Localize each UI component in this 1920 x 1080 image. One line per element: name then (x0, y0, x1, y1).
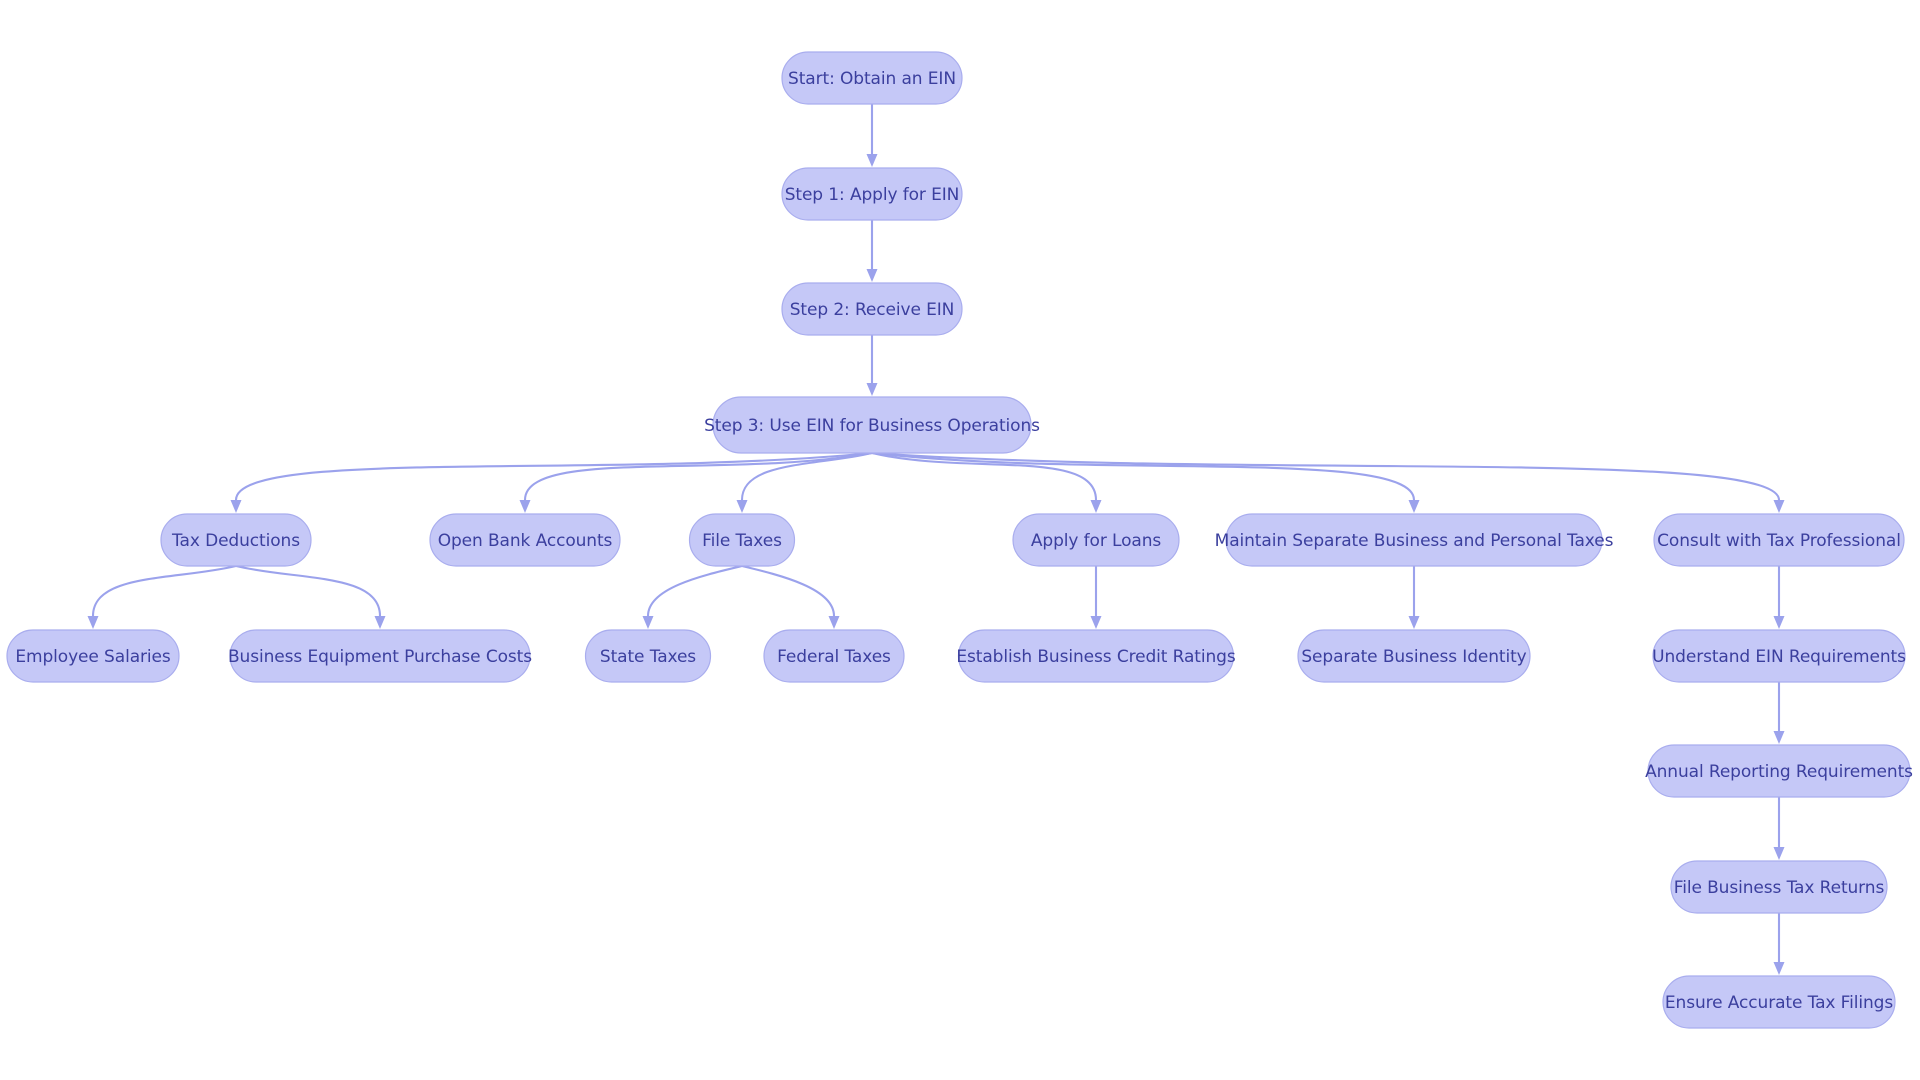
edge-step2-to-step3 (866, 333, 878, 396)
arrowhead-icon (230, 500, 242, 513)
flow-node-sepident[interactable]: Separate Business Identity (1297, 629, 1531, 683)
node-label: File Business Tax Returns (1674, 878, 1885, 898)
edge-line (870, 451, 1098, 502)
node-label: Business Equipment Purchase Costs (228, 647, 532, 667)
node-label: Consult with Tax Professional (1657, 531, 1901, 551)
arrowhead-icon (828, 616, 840, 629)
node-label: Step 1: Apply for EIN (785, 185, 960, 205)
edge-line (870, 451, 1416, 502)
edge-line (523, 451, 874, 502)
nodes-layer: Start: Obtain an EIN Step 1: Apply for EI… (6, 51, 1913, 1029)
edge-filetaxes-to-statetax (642, 564, 744, 629)
arrowhead-icon (87, 616, 99, 629)
node-label: Ensure Accurate Tax Filings (1665, 993, 1893, 1013)
arrowhead-icon (866, 383, 878, 396)
arrowhead-icon (374, 616, 386, 629)
arrowhead-icon (1090, 616, 1102, 629)
arrowhead-icon (642, 616, 654, 629)
arrowhead-icon (1773, 847, 1785, 860)
flow-node-filereturns[interactable]: File Business Tax Returns (1670, 860, 1888, 914)
flow-node-understand[interactable]: Understand EIN Requirements (1652, 629, 1906, 683)
arrowhead-icon (736, 500, 748, 513)
edge-step3-to-taxded (230, 451, 874, 513)
edge-line (740, 564, 836, 618)
arrowhead-icon (1773, 962, 1785, 975)
edge-filereturns-to-ensure (1773, 911, 1785, 975)
flow-node-credit[interactable]: Establish Business Credit Ratings (956, 629, 1236, 683)
node-label: Open Bank Accounts (438, 531, 613, 551)
arrowhead-icon (866, 269, 878, 282)
edge-step1-to-step2 (866, 218, 878, 282)
edge-consult-to-understand (1773, 564, 1785, 629)
flow-node-statetax[interactable]: State Taxes (584, 629, 712, 683)
node-label: Understand EIN Requirements (1652, 647, 1906, 667)
edge-line (870, 451, 1781, 502)
flow-node-maintain[interactable]: Maintain Separate Business and Personal … (1215, 513, 1614, 567)
flow-node-bizequip[interactable]: Business Equipment Purchase Costs (228, 629, 532, 683)
arrowhead-icon (519, 500, 531, 513)
flow-node-consult[interactable]: Consult with Tax Professional (1653, 513, 1905, 567)
node-label: File Taxes (702, 531, 782, 551)
arrowhead-icon (1773, 731, 1785, 744)
edge-line (646, 564, 744, 618)
node-label: Start: Obtain an EIN (788, 69, 956, 89)
node-label: Annual Reporting Requirements (1645, 762, 1913, 782)
flow-node-empsal[interactable]: Employee Salaries (6, 629, 180, 683)
flow-node-step1[interactable]: Step 1: Apply for EIN (781, 167, 963, 221)
edge-understand-to-annual (1773, 680, 1785, 744)
flow-node-loans[interactable]: Apply for Loans (1012, 513, 1180, 567)
flow-node-annual[interactable]: Annual Reporting Requirements (1645, 744, 1913, 798)
node-label: State Taxes (600, 647, 696, 667)
edge-filetaxes-to-fedtax (740, 564, 840, 629)
arrowhead-icon (1090, 500, 1102, 513)
flow-node-start[interactable]: Start: Obtain an EIN (781, 51, 963, 105)
edge-maintain-to-sepident (1408, 564, 1420, 629)
flowchart-svg: Start: Obtain an EIN Step 1: Apply for EI… (6, 51, 1913, 1029)
node-label: Maintain Separate Business and Personal … (1215, 531, 1614, 551)
node-label: Step 2: Receive EIN (790, 300, 955, 320)
node-label: Federal Taxes (777, 647, 891, 667)
arrowhead-icon (1773, 500, 1785, 513)
node-label: Establish Business Credit Ratings (956, 647, 1235, 667)
arrowhead-icon (866, 154, 878, 167)
edge-annual-to-filereturns (1773, 795, 1785, 860)
arrowhead-icon (1773, 616, 1785, 629)
edge-start-to-step1 (866, 102, 878, 167)
edge-taxded-to-bizequip (234, 564, 386, 629)
node-label: Separate Business Identity (1301, 647, 1526, 667)
edge-taxded-to-empsal (87, 564, 238, 629)
flow-node-fedtax[interactable]: Federal Taxes (763, 629, 905, 683)
flow-node-taxded[interactable]: Tax Deductions (160, 513, 312, 567)
flow-node-openbank[interactable]: Open Bank Accounts (429, 513, 621, 567)
flow-node-step2[interactable]: Step 2: Receive EIN (781, 282, 963, 336)
node-label: Tax Deductions (171, 531, 300, 551)
node-label: Employee Salaries (15, 647, 171, 667)
arrowhead-icon (1408, 500, 1420, 513)
edge-line (234, 564, 382, 618)
edge-loans-to-credit (1090, 564, 1102, 629)
flowchart-canvas: Start: Obtain an EIN Step 1: Apply for EI… (0, 0, 1920, 1080)
edge-line (91, 564, 238, 618)
node-label: Step 3: Use EIN for Business Operations (704, 416, 1040, 436)
flow-node-filetaxes[interactable]: File Taxes (688, 513, 796, 567)
node-label: Apply for Loans (1031, 531, 1162, 551)
flow-node-step3[interactable]: Step 3: Use EIN for Business Operations (704, 396, 1040, 454)
flow-node-ensure[interactable]: Ensure Accurate Tax Filings (1662, 975, 1896, 1029)
arrowhead-icon (1408, 616, 1420, 629)
